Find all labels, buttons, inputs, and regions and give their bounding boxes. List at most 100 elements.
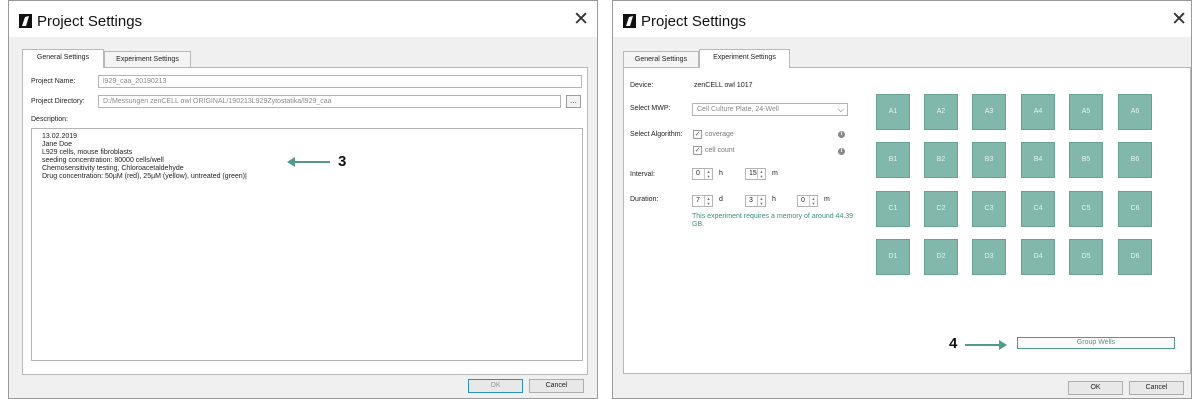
well-A4[interactable]: A4 xyxy=(1021,94,1055,130)
duration-hours-unit: h xyxy=(772,196,776,203)
duration-minutes-unit: m xyxy=(824,196,830,203)
coverage-checkbox[interactable]: ✓ xyxy=(693,130,702,139)
mwp-select[interactable]: Cell Culture Plate, 24-Well ⌵ xyxy=(692,103,848,116)
well-A2[interactable]: A2 xyxy=(924,94,958,130)
duration-label: Duration: xyxy=(630,196,659,203)
down-arrow-icon[interactable]: ▼ xyxy=(705,201,712,206)
select-mwp-label: Select MWP: xyxy=(630,105,671,112)
well-B3[interactable]: B3 xyxy=(972,142,1006,178)
spin-arrows[interactable]: ▲ ▼ xyxy=(704,196,712,206)
well-B4[interactable]: B4 xyxy=(1021,142,1055,178)
well-A3[interactable]: A3 xyxy=(972,94,1006,130)
arrow-head-icon xyxy=(287,157,295,167)
duration-days-unit: d xyxy=(719,196,723,203)
annotation-number-4: 4 xyxy=(949,335,958,352)
well-C2[interactable]: C2 xyxy=(924,191,958,227)
chevron-down-icon: ⌵ xyxy=(837,105,844,114)
project-directory-label: Project Directory: xyxy=(31,98,85,105)
down-arrow-icon[interactable]: ▼ xyxy=(758,201,765,206)
tab-general-settings[interactable]: General Settings xyxy=(623,51,699,68)
well-D4[interactable]: D4 xyxy=(1021,239,1055,275)
select-algorithm-label: Select Algorithm: xyxy=(630,131,683,138)
project-settings-dialog-general: Project Settings ✕ General Settings Expe… xyxy=(8,0,598,399)
well-B1[interactable]: B1 xyxy=(876,142,910,178)
description-line: Chemosensitivity testing, Chloroacetalde… xyxy=(42,165,184,172)
mwp-select-value: Cell Culture Plate, 24-Well xyxy=(697,106,779,113)
duration-hours-value: 3 xyxy=(749,197,753,204)
well-C3[interactable]: C3 xyxy=(972,191,1006,227)
well-B6[interactable]: B6 xyxy=(1118,142,1152,178)
title-bar: Project Settings ✕ xyxy=(613,1,1191,37)
close-icon[interactable]: ✕ xyxy=(1171,10,1187,29)
project-settings-dialog-experiment: Project Settings ✕ General Settings Expe… xyxy=(612,0,1192,399)
tab-general-settings[interactable]: General Settings xyxy=(22,49,104,68)
general-settings-panel: Project Name: l929_caa_20190213 Project … xyxy=(22,67,588,375)
dialog-title: Project Settings xyxy=(641,13,747,30)
interval-hours-spinbox[interactable]: 0 ▲ ▼ xyxy=(692,168,713,180)
info-icon[interactable]: i xyxy=(838,131,845,138)
ok-button[interactable]: OK xyxy=(468,379,523,393)
annotation-arrow-3 xyxy=(287,157,330,167)
well-C5[interactable]: C5 xyxy=(1069,191,1103,227)
coverage-label: coverage xyxy=(705,131,734,138)
cancel-button[interactable]: Cancel xyxy=(529,379,584,393)
spin-arrows[interactable]: ▲ ▼ xyxy=(757,169,765,179)
interval-hours-unit: h xyxy=(719,170,723,177)
well-C6[interactable]: C6 xyxy=(1118,191,1152,227)
well-C4[interactable]: C4 xyxy=(1021,191,1055,227)
device-value: zenCELL owl 1017 xyxy=(694,82,753,89)
spin-arrows[interactable]: ▲ ▼ xyxy=(757,196,765,206)
app-logo-icon xyxy=(623,14,636,28)
arrow-head-icon xyxy=(999,340,1007,350)
description-label: Description: xyxy=(31,116,68,123)
well-A6[interactable]: A6 xyxy=(1118,94,1152,130)
well-B2[interactable]: B2 xyxy=(924,142,958,178)
description-line: 13.02.2019 xyxy=(42,133,78,140)
title-bar: Project Settings ✕ xyxy=(9,1,597,37)
interval-minutes-spinbox[interactable]: 15 ▲ ▼ xyxy=(745,168,766,180)
tab-experiment-settings[interactable]: Experiment Settings xyxy=(104,51,191,68)
memory-note: This experiment requires a memory of aro… xyxy=(692,213,854,228)
well-D1[interactable]: D1 xyxy=(876,239,910,275)
browse-button[interactable]: ... xyxy=(566,95,581,108)
down-arrow-icon[interactable]: ▼ xyxy=(810,201,817,206)
cancel-button[interactable]: Cancel xyxy=(1129,381,1184,395)
well-D5[interactable]: D5 xyxy=(1069,239,1103,275)
down-arrow-icon[interactable]: ▼ xyxy=(758,174,765,179)
well-D2[interactable]: D2 xyxy=(924,239,958,275)
experiment-settings-panel: Device: zenCELL owl 1017 Select MWP: Cel… xyxy=(623,67,1191,374)
duration-minutes-spinbox[interactable]: 0 ▲ ▼ xyxy=(797,195,818,207)
annotation-arrow-4 xyxy=(965,340,1007,350)
down-arrow-icon[interactable]: ▼ xyxy=(705,174,712,179)
interval-hours-value: 0 xyxy=(696,170,700,177)
description-line: Drug concentration: 50µM (red), 25µM (ye… xyxy=(42,173,247,180)
duration-minutes-value: 0 xyxy=(801,197,805,204)
project-name-label: Project Name: xyxy=(31,78,76,85)
project-directory-input[interactable]: D:/Messungen zenCELL owl ORIGINAL/190213… xyxy=(98,95,561,108)
group-wells-button[interactable]: Group Wells xyxy=(1017,337,1175,349)
spin-arrows[interactable]: ▲ ▼ xyxy=(704,169,712,179)
duration-hours-spinbox[interactable]: 3 ▲ ▼ xyxy=(745,195,766,207)
tab-experiment-settings[interactable]: Experiment Settings xyxy=(699,49,790,68)
cell-count-checkbox[interactable]: ✓ xyxy=(693,146,702,155)
description-line: L929 cells, mouse fibroblasts xyxy=(42,149,133,156)
duration-days-spinbox[interactable]: 7 ▲ ▼ xyxy=(692,195,713,207)
well-C1[interactable]: C1 xyxy=(876,191,910,227)
project-name-input[interactable]: l929_caa_20190213 xyxy=(98,75,582,88)
well-B5[interactable]: B5 xyxy=(1069,142,1103,178)
well-D3[interactable]: D3 xyxy=(972,239,1006,275)
well-A5[interactable]: A5 xyxy=(1069,94,1103,130)
well-D6[interactable]: D6 xyxy=(1118,239,1152,275)
annotation-number-3: 3 xyxy=(338,153,347,170)
ok-button[interactable]: OK xyxy=(1068,381,1123,395)
dialog-title: Project Settings xyxy=(37,13,143,30)
duration-days-value: 7 xyxy=(696,197,700,204)
spin-arrows[interactable]: ▲ ▼ xyxy=(809,196,817,206)
app-logo-icon xyxy=(19,14,32,28)
interval-minutes-unit: m xyxy=(772,170,778,177)
close-icon[interactable]: ✕ xyxy=(573,10,589,29)
device-label: Device: xyxy=(630,82,654,89)
info-icon[interactable]: i xyxy=(838,148,845,155)
cell-count-label: cell count xyxy=(705,147,735,154)
well-A1[interactable]: A1 xyxy=(876,94,910,130)
